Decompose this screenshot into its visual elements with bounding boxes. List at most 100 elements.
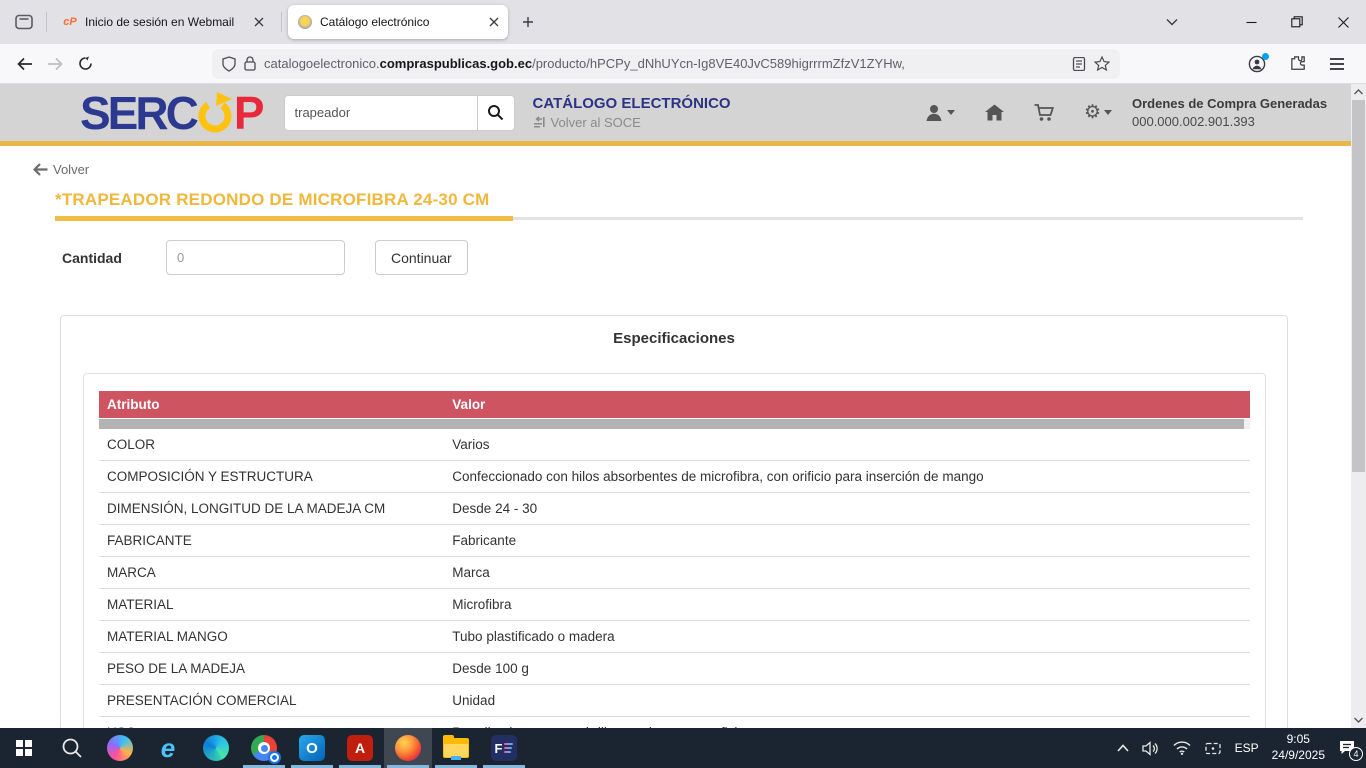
volver-al-soce-link[interactable]: Volver al SOCE xyxy=(533,115,731,130)
back-link[interactable]: Volver xyxy=(33,162,1366,177)
extensions-puzzle-icon xyxy=(1289,55,1306,72)
minimize-icon xyxy=(1246,17,1257,28)
spec-value-cell: Para limpiar, secar y abrillantar pisos … xyxy=(444,717,1250,729)
page-scrollbar[interactable] xyxy=(1351,84,1366,728)
spec-row: DIMENSIÓN, LONGITUD DE LA MADEJA CMDesde… xyxy=(99,493,1250,525)
list-all-tabs-button[interactable] xyxy=(1156,6,1188,38)
start-button[interactable] xyxy=(0,728,48,768)
tab-separator xyxy=(281,12,282,32)
tray-date: 24/9/2025 xyxy=(1272,748,1325,764)
new-tab-button[interactable] xyxy=(514,8,542,36)
account-button[interactable] xyxy=(1242,49,1272,79)
search-button[interactable] xyxy=(477,95,515,131)
show-hidden-icons-button[interactable] xyxy=(1117,744,1129,752)
site-title: CATÁLOGO ELECTRÓNICO xyxy=(533,95,731,112)
reader-mode-icon[interactable] xyxy=(1072,57,1086,71)
reload-button[interactable] xyxy=(70,49,100,79)
horizontal-scrollbar-track[interactable] xyxy=(99,419,1250,429)
taskbar-file-explorer-button[interactable] xyxy=(432,728,480,768)
taskbar-acrobat-button[interactable]: A xyxy=(336,728,384,768)
specifications-heading: Especificaciones xyxy=(61,330,1287,347)
language-indicator[interactable]: ESP xyxy=(1235,741,1259,755)
restore-button[interactable] xyxy=(1274,0,1320,44)
spec-row: PRESENTACIÓN COMERCIALUnidad xyxy=(99,685,1250,717)
taskbar-chrome-button[interactable] xyxy=(240,728,288,768)
system-tray: ESP 9:05 24/9/2025 4 xyxy=(1117,732,1366,763)
action-center-button[interactable]: 4 xyxy=(1338,740,1356,756)
scroll-up-button[interactable] xyxy=(1351,84,1366,100)
taskbar-search-button[interactable] xyxy=(48,728,96,768)
clock[interactable]: 9:05 24/9/2025 xyxy=(1272,732,1325,763)
wifi-button[interactable] xyxy=(1173,741,1191,755)
spec-attribute-cell: PESO DE LA MADEJA xyxy=(99,653,444,685)
tab-catalogo[interactable]: Catálogo electrónico xyxy=(288,5,508,39)
close-tab-icon[interactable] xyxy=(254,17,264,27)
settings-menu-button[interactable]: ⚙ xyxy=(1084,103,1112,122)
outlook-icon: O xyxy=(299,735,325,761)
taskbar-copilot-button[interactable] xyxy=(96,728,144,768)
chevron-down-icon xyxy=(1104,110,1112,115)
spec-attribute-cell: COMPOSICIÓN Y ESTRUCTURA xyxy=(99,461,444,493)
close-icon xyxy=(1338,17,1349,28)
spec-attribute-cell: COLOR xyxy=(99,429,444,461)
taskbar-edge-button[interactable] xyxy=(192,728,240,768)
plus-icon xyxy=(522,16,534,28)
quantity-input[interactable] xyxy=(166,240,345,275)
sercop-o-swirl-icon xyxy=(195,90,235,136)
spec-attribute-cell: FABRICANTE xyxy=(99,525,444,557)
tab-webmail[interactable]: cP Inicio de sesión en Webmail xyxy=(53,5,273,39)
horizontal-scrollbar-thumb[interactable] xyxy=(99,419,1244,429)
specifications-card: Especificaciones Atributo Valor COLORVar… xyxy=(60,315,1288,728)
taskbar-outlook-button[interactable]: O xyxy=(288,728,336,768)
menu-button[interactable] xyxy=(1322,49,1352,79)
extensions-button[interactable] xyxy=(1282,49,1312,79)
display-connect-button[interactable] xyxy=(1204,741,1222,756)
taskbar-firefox-button[interactable] xyxy=(384,728,432,768)
spec-row: COMPOSICIÓN Y ESTRUCTURAConfeccionado co… xyxy=(99,461,1250,493)
home-button[interactable] xyxy=(985,104,1004,121)
chevron-up-icon xyxy=(1117,744,1129,752)
minimize-button[interactable] xyxy=(1228,0,1274,44)
close-window-button[interactable] xyxy=(1320,0,1366,44)
spec-attribute-cell: PRESENTACIÓN COMERCIAL xyxy=(99,685,444,717)
url-bar[interactable]: catalogoelectronico.compraspublicas.gob.… xyxy=(212,49,1120,79)
back-icon xyxy=(17,57,33,71)
shield-icon[interactable] xyxy=(222,56,236,72)
speaker-icon xyxy=(1142,741,1160,756)
user-menu-button[interactable] xyxy=(925,104,955,122)
firefox-icon xyxy=(395,735,421,761)
spec-value-cell: Confeccionado con hilos absorbentes de m… xyxy=(444,461,1250,493)
browser-toolbar: catalogoelectronico.compraspublicas.gob.… xyxy=(0,44,1366,84)
orders-label: Ordenes de Compra Generadas xyxy=(1132,95,1344,113)
back-button[interactable] xyxy=(10,49,40,79)
logo-text-ser: SER xyxy=(80,90,166,136)
arrow-left-icon xyxy=(33,163,48,176)
title-underline xyxy=(55,216,1366,221)
lock-icon[interactable] xyxy=(244,56,256,71)
display-icon xyxy=(1204,741,1222,756)
close-tab-icon[interactable] xyxy=(489,17,499,27)
scrollbar-thumb[interactable] xyxy=(1352,100,1365,472)
edge-icon xyxy=(203,735,229,761)
logo-text-p: P xyxy=(234,90,262,136)
tray-time: 9:05 xyxy=(1272,732,1325,748)
chrome-icon xyxy=(251,735,277,761)
table-hscrollbar-row xyxy=(99,418,1250,429)
continue-button[interactable]: Continuar xyxy=(375,240,468,275)
taskbar-internet-explorer-button[interactable]: e xyxy=(144,728,192,768)
gear-icon: ⚙ xyxy=(1084,103,1101,122)
spec-row: COLORVarios xyxy=(99,429,1250,461)
forward-button[interactable] xyxy=(40,49,70,79)
bookmark-star-icon[interactable] xyxy=(1094,56,1110,71)
volume-button[interactable] xyxy=(1142,741,1160,756)
search-input[interactable] xyxy=(284,95,477,131)
tab-separator xyxy=(46,12,47,32)
taskbar-fiery-app-button[interactable]: F xyxy=(480,728,528,768)
spec-attribute-cell: MATERIAL xyxy=(99,589,444,621)
firefox-view-button[interactable] xyxy=(8,6,40,38)
wifi-icon xyxy=(1173,741,1191,755)
sercop-logo[interactable]: SERCP xyxy=(80,90,262,136)
cpanel-favicon-icon: cP xyxy=(62,14,78,30)
cart-button[interactable] xyxy=(1034,104,1054,122)
scroll-down-button[interactable] xyxy=(1351,712,1366,728)
